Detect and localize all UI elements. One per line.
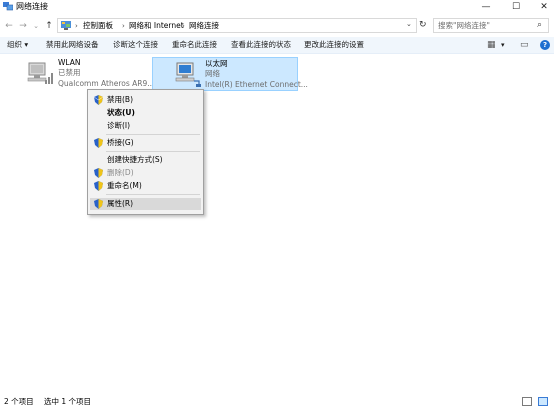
preview-pane-icon[interactable]: ▭ bbox=[520, 40, 529, 50]
breadcrumb-separator: › bbox=[75, 22, 78, 30]
close-button[interactable]: ✕ bbox=[531, 0, 554, 14]
connection-status: 网络 bbox=[205, 69, 220, 78]
search-icon: ⌕ bbox=[537, 20, 543, 30]
menu-item-delete[interactable]: 删除(D) bbox=[90, 167, 201, 179]
connection-adapter: Qualcomm Atheros AR9... bbox=[58, 79, 155, 88]
menu-item-label: 删除(D) bbox=[107, 168, 134, 177]
status-bar: 2 个项目 选中 1 个项目 bbox=[0, 396, 554, 408]
menu-item-properties[interactable]: 属性(R) bbox=[90, 198, 201, 210]
maximize-button[interactable]: ☐ bbox=[503, 0, 529, 14]
breadcrumb-control-panel[interactable]: 控制面板 bbox=[83, 21, 113, 31]
menu-item-bridge[interactable]: 桥接(G) bbox=[90, 137, 201, 149]
rename-button[interactable]: 重命名此连接 bbox=[172, 40, 217, 50]
ethernet-adapter-icon bbox=[175, 62, 201, 87]
context-menu: 禁用(B) 状态(U) 诊断(I) 桥接(G) 创建快捷方式(S) 删除(D) … bbox=[87, 89, 204, 215]
change-settings-button[interactable]: 更改此连接的设置 bbox=[304, 40, 364, 50]
disable-device-button[interactable]: 禁用此网络设备 bbox=[46, 40, 99, 50]
back-button[interactable]: ← bbox=[3, 19, 15, 33]
breadcrumb-network-connections[interactable]: 网络连接 bbox=[189, 21, 219, 31]
search-input[interactable]: 搜索"网络连接" ⌕ bbox=[433, 18, 549, 33]
menu-item-diagnose[interactable]: 诊断(I) bbox=[90, 120, 201, 132]
view-status-button[interactable]: 查看此连接的状态 bbox=[231, 40, 291, 50]
address-bar[interactable]: › 控制面板 › 网络和 Internet › 网络连接 ⌄ bbox=[57, 18, 417, 33]
recent-locations-dropdown[interactable]: ⌄ bbox=[30, 19, 42, 33]
uac-shield-icon bbox=[94, 138, 103, 148]
menu-item-disable[interactable]: 禁用(B) bbox=[90, 94, 201, 106]
organize-menu[interactable]: 组织 ▾ bbox=[7, 40, 28, 50]
uac-shield-icon bbox=[94, 168, 103, 178]
selection-count: 选中 1 个项目 bbox=[44, 397, 92, 406]
menu-item-status[interactable]: 状态(U) bbox=[90, 107, 201, 119]
details-view-icon[interactable] bbox=[522, 397, 532, 406]
item-count: 2 个项目 bbox=[4, 397, 34, 406]
breadcrumb-separator: › bbox=[122, 22, 125, 30]
uac-shield-icon bbox=[94, 95, 103, 105]
search-placeholder: 搜索"网络连接" bbox=[438, 21, 490, 30]
menu-item-label: 创建快捷方式(S) bbox=[107, 155, 163, 164]
connection-name: 以太网 bbox=[205, 59, 228, 68]
menu-item-label: 桥接(G) bbox=[107, 138, 134, 147]
view-dropdown-icon[interactable]: ▾ bbox=[501, 40, 505, 50]
connection-status: 已禁用 bbox=[58, 68, 81, 77]
connection-item-wlan[interactable]: WLAN 已禁用 Qualcomm Atheros AR9... bbox=[27, 58, 154, 90]
minimize-button[interactable]: — bbox=[473, 0, 499, 14]
menu-item-label: 诊断(I) bbox=[107, 121, 131, 130]
breadcrumb-network-internet[interactable]: 网络和 Internet bbox=[129, 21, 184, 31]
tiles-view-icon[interactable] bbox=[538, 397, 548, 406]
menu-item-label: 重命名(M) bbox=[107, 181, 142, 190]
menu-item-rename[interactable]: 重命名(M) bbox=[90, 180, 201, 192]
up-button[interactable]: ↑ bbox=[43, 19, 55, 33]
menu-separator bbox=[106, 151, 200, 152]
help-icon[interactable]: ? bbox=[540, 40, 550, 50]
connection-name: WLAN bbox=[58, 58, 81, 67]
address-dropdown-button[interactable]: ⌄ bbox=[406, 20, 412, 28]
menu-item-label: 状态(U) bbox=[107, 108, 135, 117]
network-connections-icon bbox=[3, 2, 13, 11]
connection-adapter: Intel(R) Ethernet Connect... bbox=[205, 80, 308, 89]
refresh-button[interactable]: ↻ bbox=[419, 18, 427, 32]
connection-item-ethernet[interactable]: 以太网 网络 Intel(R) Ethernet Connect... bbox=[152, 57, 308, 91]
forward-button[interactable]: → bbox=[17, 19, 29, 33]
window-title: 网络连接 bbox=[16, 2, 48, 11]
command-bar: 组织 ▾ 禁用此网络设备 诊断这个连接 重命名此连接 查看此连接的状态 更改此连… bbox=[0, 37, 554, 54]
menu-separator bbox=[106, 194, 200, 195]
uac-shield-icon bbox=[94, 181, 103, 191]
wifi-adapter-icon bbox=[27, 62, 53, 84]
menu-item-label: 属性(R) bbox=[107, 199, 134, 208]
title-bar: 网络连接 — ☐ ✕ bbox=[0, 0, 554, 14]
breadcrumb-separator: › bbox=[182, 22, 185, 30]
menu-item-create-shortcut[interactable]: 创建快捷方式(S) bbox=[90, 154, 201, 166]
diagnose-button[interactable]: 诊断这个连接 bbox=[113, 40, 158, 50]
address-row: ← → ⌄ ↑ › 控制面板 › 网络和 Internet › 网络连接 ⌄ ↻… bbox=[0, 15, 554, 37]
menu-item-label: 禁用(B) bbox=[107, 95, 133, 104]
view-options-icon[interactable]: ▦ bbox=[487, 40, 496, 50]
uac-shield-icon bbox=[94, 199, 103, 209]
menu-separator bbox=[106, 134, 200, 135]
control-panel-icon bbox=[61, 21, 71, 30]
